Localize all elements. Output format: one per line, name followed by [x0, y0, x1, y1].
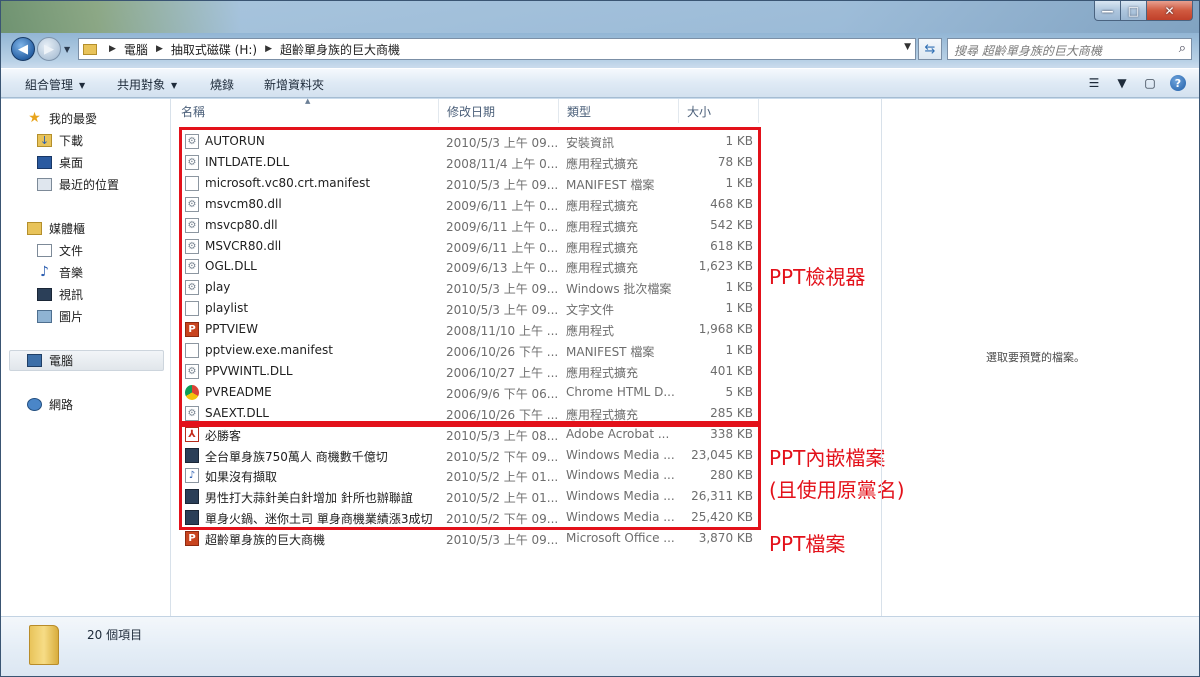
chevron-right-icon[interactable]: ▶	[259, 44, 278, 54]
share-button[interactable]: 共用對象 ▼	[117, 76, 177, 93]
sidebar-item-desktop[interactable]: 桌面	[37, 152, 83, 172]
column-header-name[interactable]: 名稱 ▲	[173, 97, 439, 123]
chevron-down-icon: ▼	[171, 81, 178, 90]
content-area: ★ 我的最愛 ↓ 下載 桌面 最近的位置 媒體櫃 文件 ♪ 音樂 視訊 圖片 電腦 網…	[1, 97, 1199, 616]
chevron-right-icon[interactable]: ▶	[150, 44, 169, 54]
folder-icon	[29, 625, 59, 665]
breadcrumb-drive[interactable]: 抽取式磁碟 (H:)	[169, 41, 259, 58]
view-dropdown-icon[interactable]: ▼	[1111, 73, 1133, 93]
maximize-button[interactable]: □	[1121, 1, 1147, 21]
pictures-icon	[37, 309, 52, 323]
sidebar-item-videos[interactable]: 視訊	[37, 284, 83, 304]
details-pane: 20 個項目	[1, 616, 1199, 676]
star-icon: ★	[28, 110, 41, 126]
chevron-right-icon[interactable]: ▶	[103, 44, 122, 54]
video-icon	[37, 287, 52, 301]
new-folder-button[interactable]: 新增資料夾	[264, 76, 324, 93]
sort-ascending-icon: ▲	[305, 97, 311, 105]
chevron-down-icon: ▼	[79, 81, 86, 90]
forward-button[interactable]: ▶	[37, 37, 61, 61]
sidebar-item-computer[interactable]: 電腦	[27, 350, 73, 370]
annotation-label-embedded-1: PPT內嵌檔案	[769, 446, 886, 470]
annotation-label-viewer: PPT檢視器	[769, 265, 866, 289]
view-options-icon[interactable]: ☰	[1083, 73, 1105, 93]
column-header-date[interactable]: 修改日期	[439, 99, 559, 123]
document-icon	[37, 243, 52, 257]
sidebar-item-music[interactable]: ♪ 音樂	[37, 262, 83, 282]
recent-pages-dropdown[interactable]: ▼	[64, 45, 70, 54]
navigation-bar: ◀ ▶ ▼ ▶ 電腦 ▶ 抽取式磁碟 (H:) ▶ 超齡單身族的巨大商機 ▼ ⇆…	[1, 35, 1199, 61]
search-placeholder: 搜尋 超齡單身族的巨大商機	[954, 44, 1102, 58]
computer-icon	[27, 353, 42, 367]
recent-places-icon	[37, 177, 52, 191]
sidebar-item-downloads[interactable]: ↓ 下載	[37, 130, 83, 150]
file-type: Microsoft Office ...	[566, 531, 675, 546]
sidebar-item-documents[interactable]: 文件	[37, 240, 83, 260]
libraries-icon	[27, 221, 42, 235]
explorer-window: — □ ✕ ◀ ▶ ▼ ▶ 電腦 ▶ 抽取式磁碟 (H:) ▶ 超齡單身族的巨大…	[0, 0, 1200, 677]
item-count: 20 個項目	[87, 628, 143, 642]
search-icon[interactable]: ⌕	[1179, 41, 1186, 56]
breadcrumb-computer[interactable]: 電腦	[122, 41, 150, 58]
organize-button[interactable]: 組合管理 ▼	[25, 76, 85, 93]
sidebar-item-recent-places[interactable]: 最近的位置	[37, 174, 119, 194]
file-row[interactable]: P 超齡單身族的巨大商機 2010/5/3 上午 09... Microsoft Of…	[185, 528, 765, 549]
annotation-box-embedded	[179, 424, 761, 530]
close-button[interactable]: ✕	[1147, 1, 1193, 21]
column-header-size[interactable]: 大小	[679, 99, 759, 123]
help-button[interactable]: ?	[1167, 73, 1189, 93]
breadcrumb-folder[interactable]: 超齡單身族的巨大商機	[278, 41, 402, 58]
address-bar[interactable]: ▶ 電腦 ▶ 抽取式磁碟 (H:) ▶ 超齡單身族的巨大商機 ▼	[78, 38, 916, 60]
window-controls: — □ ✕	[1094, 1, 1193, 21]
title-bar[interactable]	[1, 1, 1199, 33]
sidebar-item-libraries[interactable]: 媒體櫃	[27, 218, 85, 238]
arrow-right-icon: ▶	[44, 41, 54, 57]
minimize-button[interactable]: —	[1094, 1, 1121, 21]
command-bar: 組合管理 ▼ 共用對象 ▼ 燒錄 新增資料夾 ☰ ▼ ▢ ?	[1, 68, 1199, 98]
preview-pane: 選取要預覽的檔案。	[881, 99, 1199, 616]
address-dropdown-icon[interactable]: ▼	[904, 42, 911, 52]
refresh-button[interactable]: ⇆	[918, 38, 942, 60]
help-icon: ?	[1170, 75, 1186, 91]
sidebar-item-favorites[interactable]: ★ 我的最愛	[27, 108, 97, 128]
sidebar-item-pictures[interactable]: 圖片	[37, 306, 83, 326]
refresh-icon: ⇆	[924, 41, 936, 57]
powerpoint-icon: P	[185, 531, 199, 547]
file-size: 3,870 KB	[698, 531, 753, 546]
back-button[interactable]: ◀	[11, 37, 35, 61]
file-date: 2010/5/3 上午 09...	[446, 533, 558, 548]
file-name: 超齡單身族的巨大商機	[205, 533, 326, 548]
navigation-pane[interactable]: ★ 我的最愛 ↓ 下載 桌面 最近的位置 媒體櫃 文件 ♪ 音樂 視訊 圖片 電腦 網…	[1, 99, 171, 616]
preview-pane-icon[interactable]: ▢	[1139, 73, 1161, 93]
sidebar-item-network[interactable]: 網路	[27, 394, 73, 414]
burn-button[interactable]: 燒錄	[210, 76, 234, 93]
music-icon: ♪	[40, 264, 49, 280]
preview-message: 選取要預覽的檔案。	[986, 351, 1085, 364]
annotation-label-ppt-file: PPT檔案	[769, 532, 846, 556]
annotation-box-viewer	[179, 127, 761, 424]
network-icon	[27, 397, 42, 411]
desktop-icon	[37, 155, 52, 169]
folder-icon	[83, 43, 97, 55]
search-input[interactable]: 搜尋 超齡單身族的巨大商機 ⌕	[947, 38, 1192, 60]
arrow-left-icon: ◀	[18, 41, 28, 57]
download-folder-icon: ↓	[37, 133, 52, 147]
view-controls: ☰ ▼ ▢ ?	[1083, 73, 1189, 93]
column-header-type[interactable]: 類型	[559, 99, 679, 123]
